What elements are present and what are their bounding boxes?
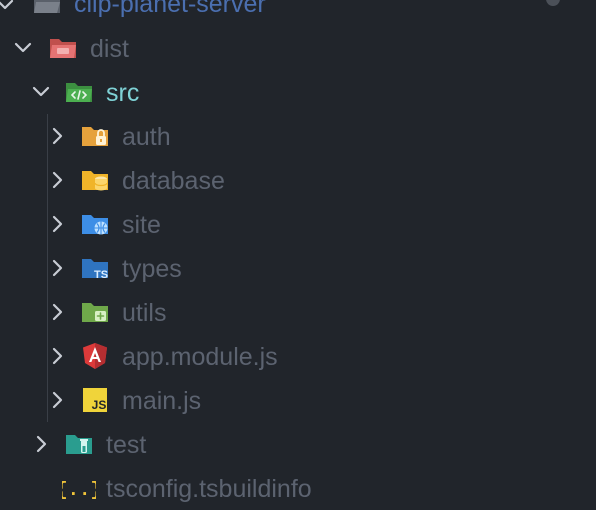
chevron-down-icon[interactable] bbox=[0, 0, 16, 16]
json-file-icon: {..} bbox=[62, 473, 96, 503]
tree-item-label: main.js bbox=[122, 387, 202, 415]
chevron-right-icon[interactable] bbox=[46, 169, 68, 191]
tree-item-label: src bbox=[106, 79, 140, 107]
chevron-right-icon[interactable] bbox=[46, 125, 68, 147]
tree-item-label: types bbox=[122, 255, 182, 283]
folder-database-icon bbox=[80, 165, 110, 195]
chevron-right-icon[interactable] bbox=[46, 345, 68, 367]
folder-auth-icon bbox=[80, 121, 110, 151]
tree-row-utils[interactable]: utils bbox=[0, 290, 596, 334]
tree-row-site[interactable]: site bbox=[0, 202, 596, 246]
tree-item-label: tsconfig.tsbuildinfo bbox=[106, 475, 312, 503]
folder-dist-icon bbox=[48, 33, 78, 63]
tree-item-label: app.module.js bbox=[122, 343, 278, 371]
tree-item-label: utils bbox=[122, 299, 167, 327]
folder-open-icon bbox=[32, 0, 62, 19]
tree-root-label: clip-planet-server bbox=[74, 0, 266, 18]
chevron-right-icon[interactable] bbox=[46, 301, 68, 323]
tree-row-types[interactable]: TS types bbox=[0, 246, 596, 290]
tree-row-root[interactable]: clip-planet-server bbox=[0, 0, 596, 28]
tree-row-auth[interactable]: auth bbox=[0, 114, 596, 158]
svg-text:JS: JS bbox=[92, 398, 107, 412]
chevron-right-icon[interactable] bbox=[46, 389, 68, 411]
chevron-right-icon[interactable] bbox=[46, 257, 68, 279]
tree-item-label: site bbox=[122, 211, 161, 239]
tree-item-label: auth bbox=[122, 123, 171, 151]
folder-types-icon: TS bbox=[80, 253, 110, 283]
tree-row-dist[interactable]: dist bbox=[0, 26, 596, 70]
tree-row-src[interactable]: src bbox=[0, 70, 596, 114]
chevron-right-icon[interactable] bbox=[30, 433, 52, 455]
angular-file-icon bbox=[80, 341, 110, 371]
chevron-down-icon[interactable] bbox=[30, 81, 52, 103]
folder-src-icon bbox=[64, 77, 94, 107]
tree-item-label: test bbox=[106, 431, 147, 459]
chevron-right-icon[interactable] bbox=[46, 213, 68, 235]
tree-row-database[interactable]: database bbox=[0, 158, 596, 202]
folder-test-icon bbox=[64, 429, 94, 459]
tree-row-main-js[interactable]: JS main.js bbox=[0, 378, 596, 422]
folder-utils-icon bbox=[80, 297, 110, 327]
tree-item-label: database bbox=[122, 167, 225, 195]
folder-site-icon bbox=[80, 209, 110, 239]
tree-row-app-module[interactable]: app.module.js bbox=[0, 334, 596, 378]
svg-text:{..}: {..} bbox=[62, 479, 96, 501]
tree-row-tsconfig[interactable]: {..} tsconfig.tsbuildinfo bbox=[0, 466, 596, 510]
svg-text:TS: TS bbox=[94, 269, 108, 281]
javascript-file-icon: JS bbox=[80, 385, 110, 415]
chevron-down-icon[interactable] bbox=[12, 37, 34, 59]
tree-item-label: dist bbox=[90, 35, 129, 63]
file-explorer-tree: clip-planet-server dist src auth databas… bbox=[0, 0, 596, 508]
modified-indicator-dot bbox=[546, 0, 560, 6]
tree-row-test[interactable]: test bbox=[0, 422, 596, 466]
